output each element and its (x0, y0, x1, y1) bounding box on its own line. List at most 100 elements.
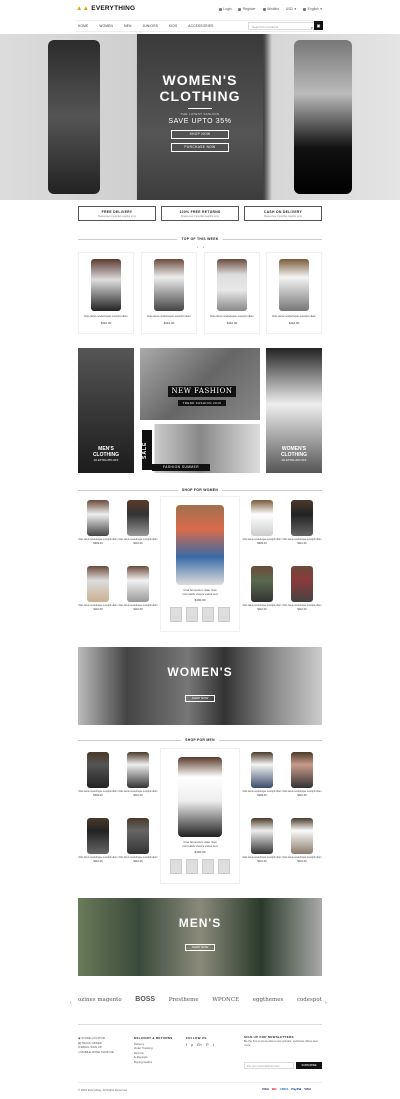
user-icon (218, 7, 222, 11)
google-plus-icon[interactable]: G+ (197, 1043, 202, 1048)
product-card[interactable]: Duis lacus scelerisque suscipit ullam $11… (118, 814, 158, 872)
nav-men[interactable]: MEN (124, 24, 132, 28)
product-image[interactable] (251, 752, 273, 788)
product-image[interactable] (251, 818, 273, 854)
nav-juniors[interactable]: JUNIORS (143, 24, 158, 28)
womens-wide-banner[interactable]: WOMEN'S SHOP NOW (78, 647, 322, 725)
product-image[interactable] (279, 259, 309, 311)
brand-logo[interactable]: WPONCE (212, 997, 239, 1003)
mens-wide-banner[interactable]: MEN'S SHOP NOW (78, 898, 322, 976)
facebook-icon[interactable]: f (186, 1043, 187, 1048)
featured-product[interactable]: Cras fermentum vitae risus nisl mattis vi… (160, 748, 240, 884)
currency-select[interactable]: USD ▾ (286, 7, 296, 11)
product-card[interactable]: Duis lacus scelerisque suscipit ullam $99… (78, 496, 118, 554)
product-image[interactable] (87, 500, 109, 536)
register-link[interactable]: Register (238, 7, 256, 11)
brand-logo[interactable]: ozines magento (78, 997, 122, 1003)
product-image[interactable] (291, 566, 313, 602)
shop-now-button[interactable]: SHOP NOW (171, 130, 229, 139)
product-image[interactable] (291, 818, 313, 854)
product-image[interactable] (217, 259, 247, 311)
brands-prev-arrow[interactable]: ‹ (70, 1000, 72, 1006)
subscribe-button[interactable]: SUBSCRIBE (296, 1062, 322, 1069)
product-card[interactable]: Duis lacus scelerisque suscipit ullam $11… (282, 814, 322, 872)
mens-shop-now-button[interactable]: SHOP NOW (185, 944, 215, 951)
footer-link[interactable]: Buying Guides (134, 1060, 173, 1065)
product-image[interactable] (127, 752, 149, 788)
product-image[interactable] (291, 500, 313, 536)
product-image[interactable] (127, 566, 149, 602)
featured-thumbnails[interactable] (161, 859, 239, 874)
brand-logos: ozines magento BOSS Prestheme WPONCE egg… (78, 996, 322, 1003)
featured-product-image[interactable] (176, 505, 224, 585)
brand-logo[interactable]: ▲▲ EVERYTHING (76, 5, 135, 12)
product-card[interactable]: Duis lacus scelerisque suscipit ullam $11… (118, 562, 158, 620)
product-image[interactable] (127, 500, 149, 536)
featured-product[interactable]: Cras fermentum vitae risus nisl mattis vi… (160, 496, 240, 632)
mobile-link[interactable]: ▯ MOBILE MORE SHOP ME (78, 1050, 114, 1055)
product-image[interactable] (87, 566, 109, 602)
brand-logo[interactable]: eggthemes (253, 997, 284, 1003)
product-image[interactable] (127, 818, 149, 854)
product-card[interactable]: Duis lacus scelerisque suscipit ullam $11… (282, 748, 322, 806)
product-card[interactable]: Duis lacus scelerisque suscipit ullam $11… (78, 814, 118, 872)
brand-logo[interactable]: Prestheme (169, 997, 199, 1003)
brand-logo[interactable]: BOSS (135, 996, 155, 1003)
product-card[interactable]: Duis lacus scelerisque suscipit ullam $99… (242, 748, 282, 806)
featured-product-name[interactable]: Cras fermentum vitae risus nisl mattis vi… (161, 588, 239, 596)
brands-next-arrow[interactable]: › (325, 1000, 327, 1006)
nav-kids[interactable]: KIDS (169, 24, 177, 28)
brand-logo[interactable]: codespot (297, 997, 322, 1003)
product-card[interactable]: Duis lacus scelerisque suscipit ullam $99… (78, 748, 118, 806)
product-card[interactable]: Duis lacus scelerisque suscipit ullam $11… (78, 562, 118, 620)
product-card[interactable]: Duis lacus scelerisque suscipit ullam $11… (118, 496, 158, 554)
featured-product-image[interactable] (178, 757, 222, 837)
thumbnail[interactable] (170, 607, 182, 622)
carousel-arrows[interactable]: ‹ › (197, 245, 206, 249)
nav-women[interactable]: WOMEN (99, 24, 113, 28)
womens-shop-now-button[interactable]: SHOP NOW (185, 695, 215, 702)
nav-accessories[interactable]: ACCESSORIES (188, 24, 213, 28)
product-card[interactable]: Duis lacus scelerisque suscipit ullam $11… (204, 252, 260, 334)
cart-icon[interactable]: ▣ (314, 21, 323, 30)
fashion-summer-label: FASHION SUMMER (152, 464, 210, 471)
thumbnail[interactable] (218, 859, 230, 874)
thumbnail[interactable] (218, 607, 230, 622)
thumbnail[interactable] (170, 859, 182, 874)
product-card[interactable]: Duis lacus scelerisque suscipit ullam $11… (282, 562, 322, 620)
product-image[interactable] (251, 566, 273, 602)
thumbnail[interactable] (186, 607, 198, 622)
product-image[interactable] (87, 818, 109, 854)
product-card[interactable]: Duis lacus scelerisque suscipit ullam $11… (242, 814, 282, 872)
login-link[interactable]: Login (218, 7, 231, 11)
product-image[interactable] (91, 259, 121, 311)
banner-new-fashion[interactable] (140, 348, 260, 420)
twitter-icon[interactable]: y (191, 1043, 193, 1048)
purchase-now-button[interactable]: PURCHASE NOW (171, 143, 229, 152)
language-select[interactable]: English ▾ (303, 7, 322, 11)
product-image[interactable] (291, 752, 313, 788)
nav-home[interactable]: HOME (78, 24, 88, 28)
tumblr-icon[interactable]: t (213, 1043, 214, 1048)
wishlist-link[interactable]: Wishlist (262, 7, 279, 11)
product-card[interactable]: Duis lacus scelerisque suscipit ullam $11… (141, 252, 197, 334)
product-image[interactable] (87, 752, 109, 788)
product-card[interactable]: Duis lacus scelerisque suscipit ullam $11… (266, 252, 322, 334)
thumbnail[interactable] (202, 607, 214, 622)
newsletter-email-input[interactable]: Put your email address here (244, 1062, 294, 1069)
product-image[interactable] (251, 500, 273, 536)
search-icon[interactable]: ⌕ (311, 25, 313, 30)
thumbnail[interactable] (186, 859, 198, 874)
product-card[interactable]: Duis lacus scelerisque suscipit ullam $11… (118, 748, 158, 806)
thumbnail[interactable] (202, 859, 214, 874)
product-image[interactable] (154, 259, 184, 311)
search-input[interactable]: Search for products ⌕ (248, 22, 316, 30)
pinterest-icon[interactable]: P (206, 1043, 209, 1048)
featured-product-name[interactable]: Cras fermentum vitae risus nisl mattis vi… (161, 840, 239, 848)
product-card[interactable]: Duis lacus scelerisque suscipit ullam $11… (78, 252, 134, 334)
featured-thumbnails[interactable] (161, 607, 239, 622)
hero-divider (188, 108, 212, 109)
product-card[interactable]: Duis lacus scelerisque suscipit ullam $11… (242, 562, 282, 620)
product-card[interactable]: Duis lacus scelerisque suscipit ullam $99… (242, 496, 282, 554)
product-card[interactable]: Duis lacus scelerisque suscipit ullam $11… (282, 496, 322, 554)
